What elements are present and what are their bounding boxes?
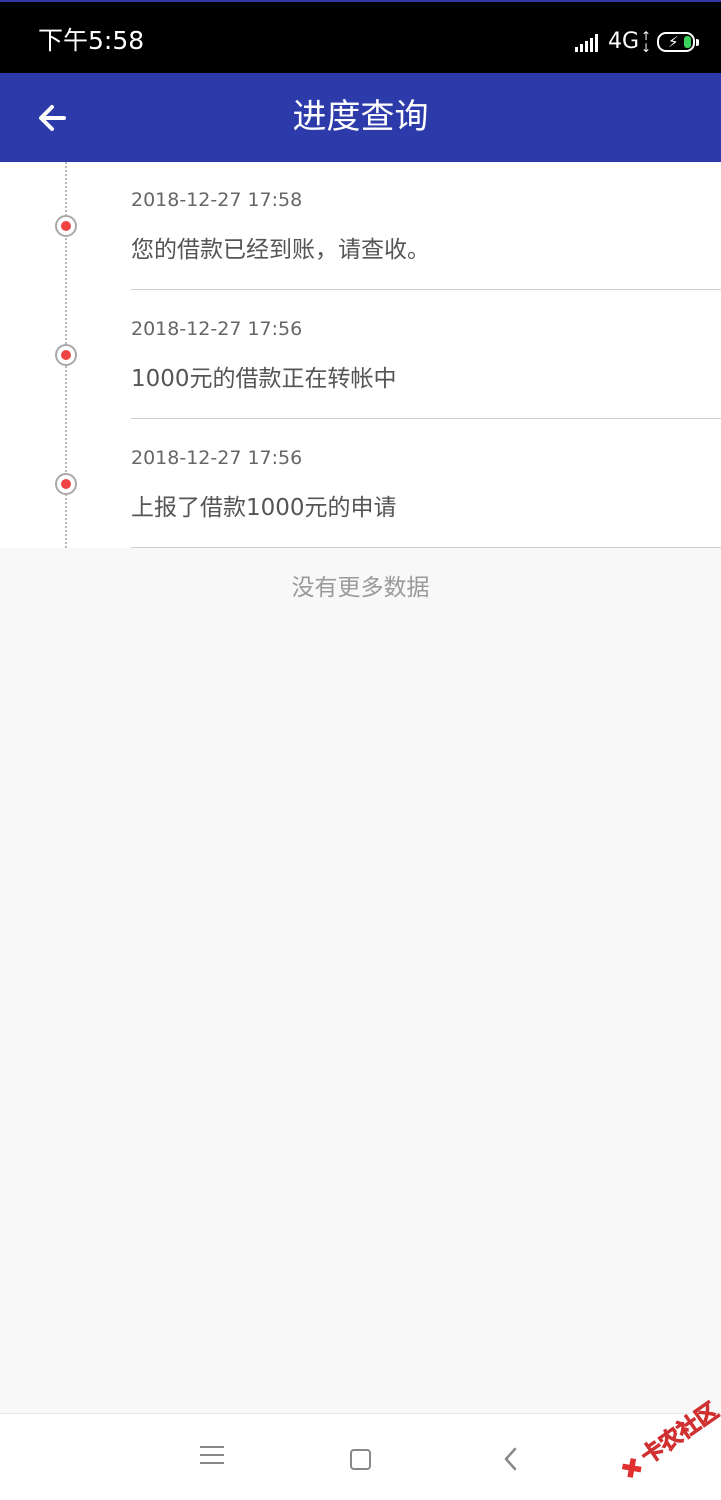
back-icon[interactable]	[500, 1444, 520, 1474]
timeline-item-text: 1000元的借款正在转帐中	[131, 366, 397, 392]
battery-charging-icon: ⚡	[657, 32, 699, 52]
network-activity-icon: ↑ ↓	[641, 29, 652, 55]
progress-timeline: 2018-12-27 17:58 您的借款已经到账，请查收。 2018-12-2…	[0, 162, 721, 548]
battery-level	[684, 36, 691, 48]
timeline-dot-icon	[55, 473, 77, 495]
signal-icon	[574, 32, 600, 52]
network-type: 4G	[607, 29, 639, 54]
home-icon[interactable]	[350, 1449, 371, 1470]
charging-bolt-icon: ⚡	[668, 33, 679, 51]
timeline-item: 2018-12-27 17:56 上报了借款1000元的申请	[0, 420, 721, 549]
divider	[131, 418, 721, 419]
page-title: 进度查询	[292, 97, 429, 137]
app-header: 进度查询	[0, 73, 721, 162]
timeline-item-time: 2018-12-27 17:58	[131, 189, 303, 211]
no-more-data-label: 没有更多数据	[291, 575, 430, 601]
timeline-dot-icon	[55, 215, 77, 237]
timeline-item-text: 您的借款已经到账，请查收。	[131, 237, 430, 263]
timeline-item-text: 上报了借款1000元的申请	[131, 495, 397, 521]
menu-icon[interactable]	[200, 1446, 224, 1466]
timeline-item: 2018-12-27 17:58 您的借款已经到账，请查收。	[0, 162, 721, 291]
status-icons: 4G ↑ ↓ ⚡	[574, 28, 699, 56]
status-time: 下午5:58	[38, 26, 145, 55]
timeline-dot-icon	[55, 344, 77, 366]
timeline-item-time: 2018-12-27 17:56	[131, 447, 303, 469]
status-bar: 下午5:58 4G ↑ ↓ ⚡	[0, 2, 721, 73]
divider	[131, 547, 721, 548]
timeline-item: 2018-12-27 17:56 1000元的借款正在转帐中	[0, 291, 721, 420]
divider	[131, 289, 721, 290]
timeline-item-time: 2018-12-27 17:56	[131, 318, 303, 340]
